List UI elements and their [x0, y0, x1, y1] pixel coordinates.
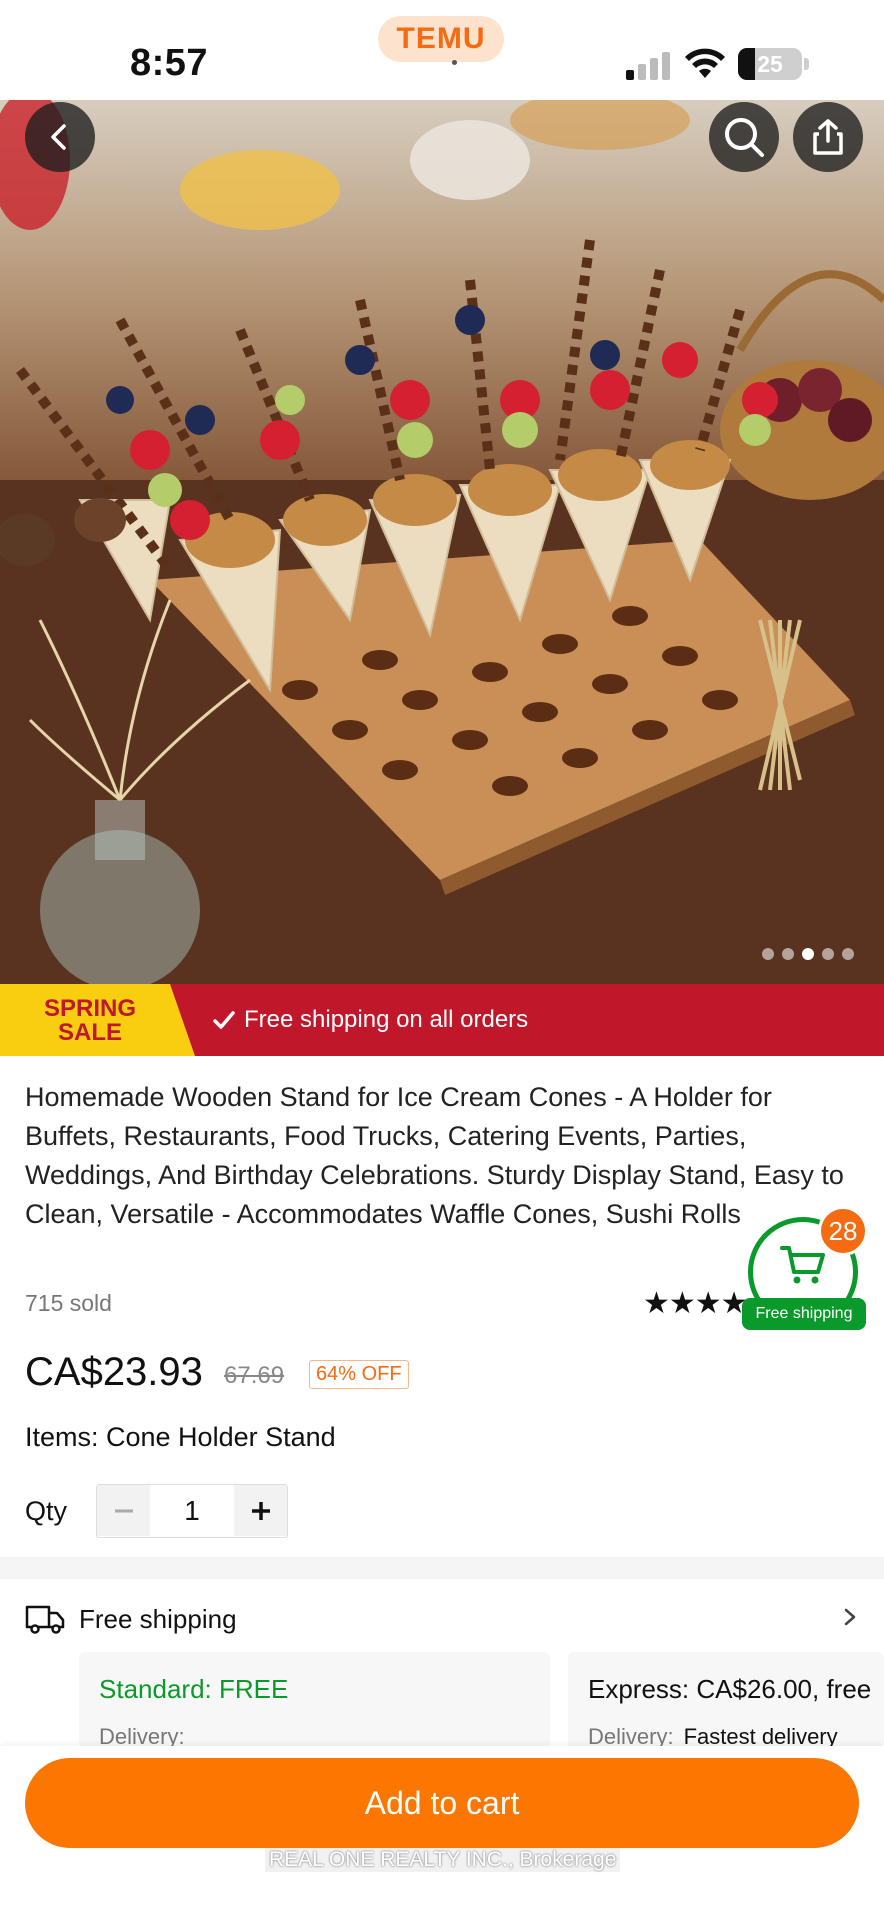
current-price: CA$23.93: [25, 1350, 203, 1394]
watermark-text: REAL ONE REALTY INC., Brokerage: [265, 1848, 621, 1872]
share-button[interactable]: [793, 102, 863, 172]
chevron-left-icon: [51, 124, 66, 150]
status-time: 8:57: [130, 42, 209, 84]
delivery-label: Delivery:: [588, 1724, 674, 1748]
sale-line-2: SALE: [57, 1019, 122, 1046]
shipping-option-delivery: Delivery:: [99, 1724, 185, 1748]
image-pagination-dots: [762, 948, 854, 960]
spring-sale-badge: SPRING SALE: [0, 984, 195, 1056]
cart-icon: [780, 1246, 825, 1284]
cart-count-badge: 28: [818, 1206, 868, 1256]
wifi-icon: [685, 48, 725, 78]
search-button[interactable]: [709, 102, 779, 172]
sold-count: 715 sold: [25, 1290, 112, 1316]
shipping-option-express[interactable]: Express: CA$26.00, free Delivery: Fastest…: [568, 1652, 884, 1748]
delivery-value: Fastest delivery: [683, 1724, 838, 1748]
shipping-row[interactable]: Free shipping: [25, 1596, 860, 1642]
cellular-signal-icon: [626, 50, 670, 80]
pagination-dot-active[interactable]: [802, 948, 814, 960]
battery-tip: [804, 58, 809, 70]
product-photo: [0, 100, 884, 984]
qty-decrease-button[interactable]: [97, 1485, 150, 1536]
shipping-option-delivery: Delivery: Fastest delivery: [588, 1724, 838, 1748]
banner-text: Free shipping on all orders: [244, 1006, 529, 1033]
qty-increase-button[interactable]: [234, 1485, 287, 1536]
pagination-dot[interactable]: [842, 948, 854, 960]
shipping-option-name: Standard: FREE: [99, 1674, 289, 1704]
section-divider: [0, 1557, 884, 1579]
product-title: Homemade Wooden Stand for Ice Cream Cone…: [25, 1082, 844, 1229]
temu-app-pill[interactable]: TEMU: [378, 16, 504, 62]
truck-icon: [25, 1605, 65, 1634]
battery-level: 25: [757, 51, 783, 77]
item-variant[interactable]: Items: Cone Holder Stand: [25, 1422, 336, 1453]
product-image-carousel[interactable]: [0, 100, 884, 984]
pagination-dot[interactable]: [822, 948, 834, 960]
shipping-title: Free shipping: [79, 1603, 237, 1634]
promo-banner: SPRING SALE Free shipping on all orders: [0, 984, 884, 1056]
sale-line-1: SPRING: [43, 995, 136, 1022]
pill-dot: [452, 60, 457, 65]
pagination-dot[interactable]: [782, 948, 794, 960]
quantity-stepper: 1: [96, 1484, 288, 1538]
share-icon: [813, 119, 843, 155]
cart-free-shipping-label: Free shipping: [742, 1298, 866, 1330]
battery-icon: 25: [738, 48, 802, 80]
search-icon: [725, 118, 764, 157]
shipping-option-name: Express: CA$26.00, free: [588, 1674, 872, 1704]
check-icon: [213, 1011, 235, 1029]
shipping-option-standard[interactable]: Standard: FREE Delivery:: [79, 1652, 550, 1748]
rating-stars[interactable]: ★★★★: [643, 1286, 748, 1321]
qty-label: Qty: [25, 1496, 68, 1526]
free-shipping-banner: Free shipping on all orders: [212, 984, 528, 1056]
chevron-right-icon: [844, 1608, 856, 1626]
qty-value[interactable]: 1: [150, 1485, 234, 1537]
minus-icon: [114, 1509, 133, 1512]
pagination-dot[interactable]: [762, 948, 774, 960]
delivery-label: Delivery:: [99, 1724, 185, 1748]
plus-icon: [251, 1501, 270, 1520]
back-button[interactable]: [25, 102, 95, 172]
original-price: 67.69: [224, 1362, 285, 1389]
status-bar: 8:57 TEMU 25: [0, 0, 884, 100]
add-to-cart-button[interactable]: Add to cart: [25, 1758, 859, 1848]
discount-badge: 64% OFF: [309, 1360, 409, 1389]
